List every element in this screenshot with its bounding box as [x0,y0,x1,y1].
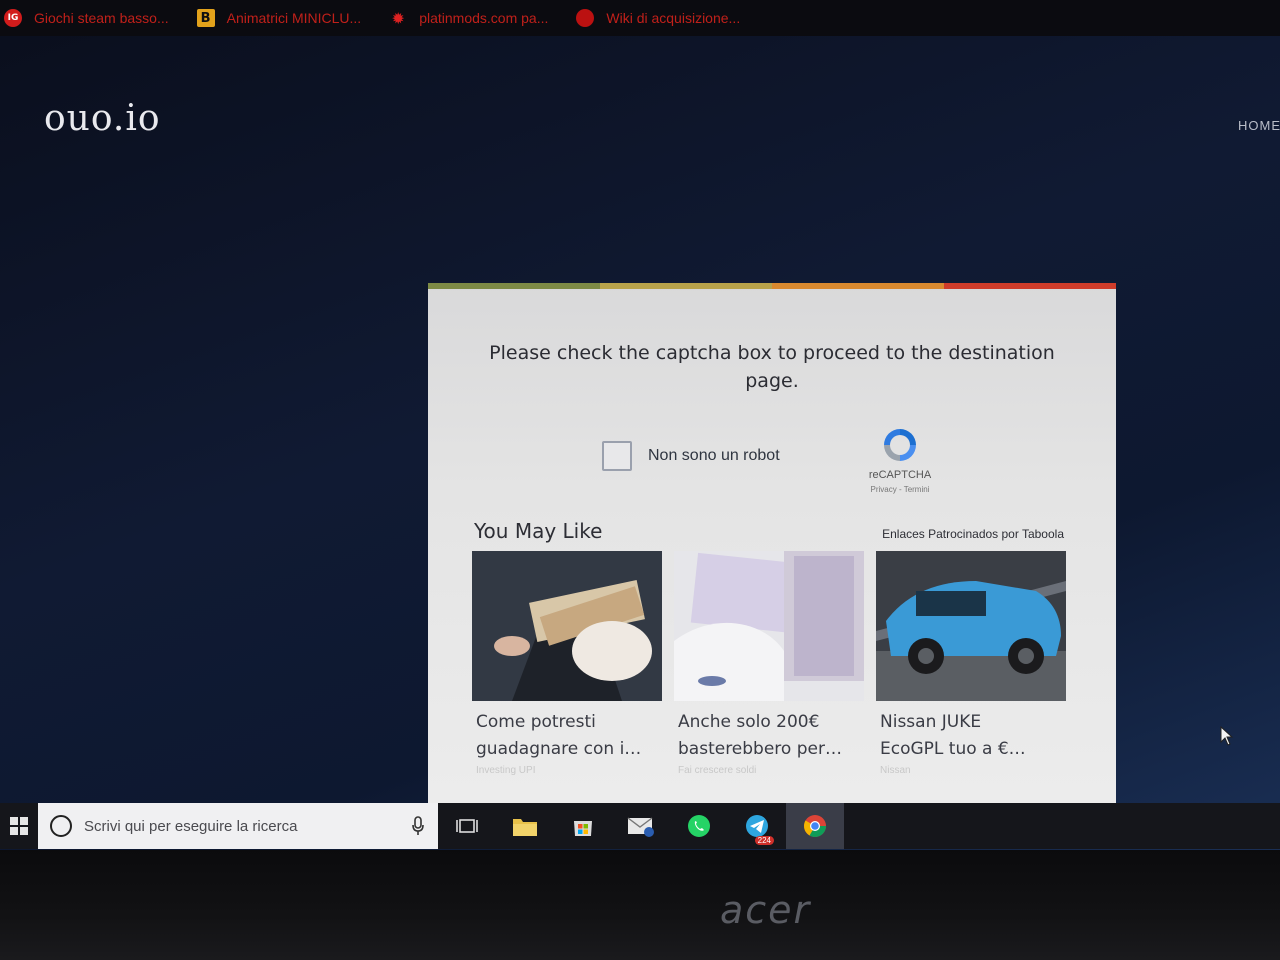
recommendations-title: You May Like [474,519,603,543]
cortana-icon [50,815,72,837]
site-logo[interactable]: ouo.io [44,98,161,139]
bookmark-item[interactable]: Wiki di acquisizione... [576,0,740,36]
bookmark-favicon-icon: ✹ [391,8,405,28]
taskbar-search-box[interactable]: Scrivi qui per eseguire la ricerca [38,803,438,849]
bookmark-favicon-icon [576,9,595,27]
bookmarks-bar: IG Giochi steam basso... B Animatrici MI… [0,0,1280,36]
file-explorer-icon [513,819,537,836]
windows-icon [10,817,28,835]
store-button[interactable] [554,803,612,849]
windows-taskbar: Scrivi qui per eseguire la ricerca 224 [0,803,1280,849]
recaptcha-brand: reCAPTCHA [868,469,932,481]
bookmark-favicon-icon: B [196,9,215,27]
card-title: Nissan JUKE EcoGPL tuo a €… [880,712,1026,759]
bookmark-favicon-icon: IG [4,9,22,27]
card-thumbnail [876,551,1066,701]
telegram-button[interactable]: 224 [728,803,786,849]
chrome-icon [804,815,826,837]
recaptcha-label: Non sono un robot [648,447,780,464]
laptop-bezel [0,850,1280,960]
start-button[interactable] [0,803,38,849]
task-view-icon [456,819,478,833]
card-title: Come potresti guadagnare con i… [476,712,642,759]
recaptcha-privacy-links[interactable]: Privacy - Termini [860,485,940,494]
captcha-modal: Please check the captcha box to proceed … [428,283,1116,803]
modal-color-stripe [428,283,1116,289]
nav-home-link[interactable]: HOME [1238,118,1280,133]
screen: IG Giochi steam basso... B Animatrici MI… [0,0,1280,850]
sponsor-label[interactable]: Enlaces Patrocinados por Taboola [882,527,1064,541]
card-source: Nissan [880,765,911,776]
bookmark-item[interactable]: IG Giochi steam basso... [4,0,169,36]
card-title: Anche solo 200€ basterebbero per… [678,712,842,759]
mail-button[interactable] [612,803,670,849]
whatsapp-button[interactable] [670,803,728,849]
laptop-brand-logo: acer [720,888,812,932]
bookmark-item[interactable]: ✹ platinmods.com pa... [389,0,549,36]
recommendation-cards: Come potresti guadagnare con i… Investin… [472,551,1066,776]
modal-title: Please check the captcha box to proceed … [489,342,1055,392]
recommendation-card[interactable]: Anche solo 200€ basterebbero per… Fai cr… [674,551,864,776]
card-source: Investing UPI [476,765,536,776]
search-placeholder: Scrivi qui per eseguire la ricerca [84,817,298,835]
bookmark-label: Giochi steam basso... [34,10,169,26]
file-explorer-button[interactable] [496,803,554,849]
recommendation-card[interactable]: Come potresti guadagnare con i… Investin… [472,551,662,776]
recaptcha-widget: Non sono un robot reCAPTCHA Privacy - Te… [598,429,954,503]
card-source: Fai crescere soldi [678,765,757,776]
card-thumbnail [472,551,662,701]
recaptcha-checkbox[interactable] [602,441,632,471]
recommendation-card[interactable]: Nissan JUKE EcoGPL tuo a €… Nissan [876,551,1066,776]
chrome-button[interactable] [786,803,844,849]
bookmark-label: Wiki di acquisizione... [606,10,741,26]
bookmark-label: platinmods.com pa... [419,10,549,26]
bookmark-item[interactable]: B Animatrici MINICLU... [196,0,362,36]
mouse-pointer-icon [1220,726,1234,746]
microphone-icon[interactable] [412,816,424,836]
task-view-button[interactable] [438,803,496,849]
bookmark-label: Animatrici MINICLU... [226,10,362,26]
recaptcha-logo-icon [884,429,916,461]
card-thumbnail [674,551,864,701]
mail-icon [627,817,654,837]
whatsapp-icon [688,815,710,837]
telegram-unread-badge: 224 [754,836,774,845]
store-icon [574,821,592,836]
